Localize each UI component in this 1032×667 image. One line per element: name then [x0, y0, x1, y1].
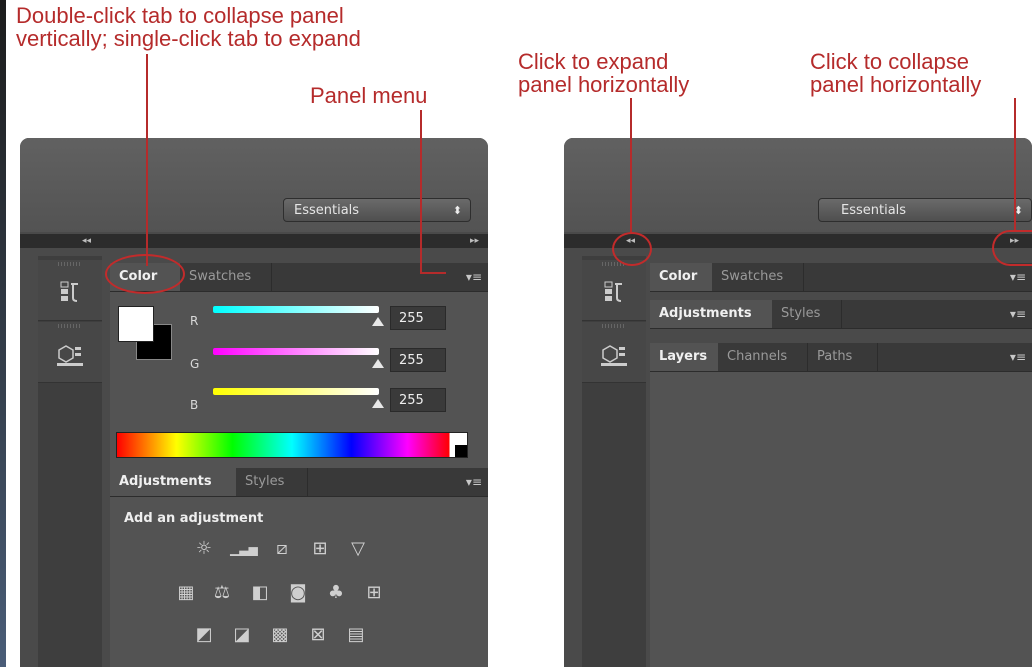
history-panel-icon[interactable] [582, 260, 646, 321]
callout-line-tab [146, 54, 148, 266]
cube-icon [57, 345, 83, 366]
callout-line-collapse [1014, 98, 1016, 232]
cube-icon [601, 345, 627, 366]
gradient-map-icon[interactable]: ▤ [344, 623, 368, 647]
tab-adjustments[interactable]: Adjustments [650, 300, 772, 328]
left-panel-dock: Essentials ⬍ ◂◂ ▸▸ Color Swatches ▾≡ R 2… [20, 138, 488, 667]
tab-layers[interactable]: Layers [650, 343, 718, 371]
b-value-field[interactable]: 255 [390, 388, 446, 412]
color-lookup-icon[interactable]: ⊞ [362, 581, 386, 605]
layers-panel-body [650, 372, 1032, 667]
adjustments-panel-body: Add an adjustment ☼ ▁▃▅ ⧄ ⊞ ▽ ▦ ⚖ ◧ ◙ ♣ … [110, 497, 488, 667]
panel-menu-icon[interactable]: ▾≡ [1010, 300, 1026, 328]
photo-filter-icon[interactable]: ◙ [286, 581, 310, 605]
foreground-color-front[interactable] [118, 306, 154, 342]
curves-icon[interactable]: ⧄ [270, 537, 294, 561]
black-swatch[interactable] [455, 445, 467, 457]
callout-double-click-line1: Double-click tab to collapse panel [16, 3, 344, 28]
tab-styles[interactable]: Styles [236, 468, 308, 496]
tab-swatches[interactable]: Swatches [712, 263, 804, 291]
workspace-switcher[interactable]: Essentials ⬍ [283, 198, 471, 222]
tab-color[interactable]: Color [650, 263, 712, 291]
callout-circle-collapse [992, 230, 1032, 266]
adjustments-tab-bar: Adjustments Styles ▾≡ [650, 300, 1032, 329]
callout-line-expand [630, 98, 632, 234]
callout-collapse-line2: panel horizontally [810, 72, 982, 97]
g-slider-track[interactable] [213, 348, 379, 355]
right-panel-dock: Essentials ⬍ ◂◂ ▸▸ Color Swatches ▾≡ Adj… [564, 138, 1032, 667]
grip-handle[interactable] [58, 262, 82, 266]
vibrance-icon[interactable]: ▽ [346, 537, 370, 561]
b-slider-track[interactable] [213, 388, 379, 395]
callout-expand-line2: panel horizontally [518, 72, 690, 97]
callout-line-panel-menu-hook [420, 272, 446, 274]
grip-handle[interactable] [602, 324, 626, 328]
expand-panels-button[interactable]: ▸▸ [470, 234, 479, 248]
panel-menu-icon[interactable]: ▾≡ [466, 263, 482, 291]
g-slider-thumb[interactable] [372, 359, 384, 368]
tab-paths[interactable]: Paths [808, 343, 878, 371]
r-slider-thumb[interactable] [372, 317, 384, 326]
chevron-updown-icon: ⬍ [452, 204, 462, 217]
callout-panel-menu: Panel menu [310, 83, 428, 108]
3d-panel-icon[interactable] [582, 322, 646, 383]
color-balance-icon[interactable]: ⚖ [210, 581, 234, 605]
color-ramp[interactable] [116, 432, 468, 458]
history-icon [60, 281, 78, 302]
dock-header: ◂◂ ▸▸ [20, 234, 488, 248]
workspace-label: Essentials [841, 203, 907, 218]
collapsed-icon-column [38, 256, 102, 667]
adjustments-tab-bar: Adjustments Styles ▾≡ [110, 468, 488, 497]
color-panel-body: R 255 G 255 B 255 [110, 292, 488, 472]
hue-saturation-icon[interactable]: ▦ [174, 581, 198, 605]
callout-circle-expand [612, 232, 652, 266]
callout-line-panel-menu [420, 110, 422, 274]
layers-tab-bar: Layers Channels Paths ▾≡ [650, 343, 1032, 372]
grip-handle[interactable] [58, 324, 82, 328]
selective-color-icon[interactable]: ⊠ [306, 623, 330, 647]
workspace-switcher[interactable]: Essentials ⬍ [818, 198, 1032, 222]
brightness-contrast-icon[interactable]: ☼ [192, 537, 216, 561]
tab-adjustments[interactable]: Adjustments [110, 468, 236, 496]
workspace-label: Essentials [294, 203, 360, 218]
color-tab-bar: Color Swatches ▾≡ [650, 263, 1032, 292]
callout-expand-line1: Click to expand [518, 49, 669, 74]
g-value-field[interactable]: 255 [390, 348, 446, 372]
slider-label-r: R [190, 314, 199, 328]
channel-mixer-icon[interactable]: ♣ [324, 581, 348, 605]
levels-icon[interactable]: ▁▃▅ [230, 537, 258, 561]
add-adjustment-heading: Add an adjustment [124, 511, 264, 526]
panel-menu-icon[interactable]: ▾≡ [1010, 263, 1026, 291]
exposure-icon[interactable]: ⊞ [308, 537, 332, 561]
history-panel-icon[interactable] [38, 260, 102, 321]
callout-circle-color-tab [105, 254, 185, 294]
b-slider-thumb[interactable] [372, 399, 384, 408]
invert-icon[interactable]: ◩ [192, 623, 216, 647]
threshold-icon[interactable]: ▩ [268, 623, 292, 647]
history-icon [604, 281, 622, 302]
posterize-icon[interactable]: ◪ [230, 623, 254, 647]
tab-channels[interactable]: Channels [718, 343, 808, 371]
tab-swatches[interactable]: Swatches [180, 263, 272, 291]
slider-label-g: G [190, 357, 200, 371]
panel-menu-icon[interactable]: ▾≡ [466, 468, 482, 496]
r-slider-track[interactable] [213, 306, 379, 313]
3d-panel-icon[interactable] [38, 322, 102, 383]
tab-styles[interactable]: Styles [772, 300, 842, 328]
collapse-icons-button[interactable]: ◂◂ [82, 234, 91, 248]
callout-double-click-line2: vertically; single-click tab to expand [16, 26, 361, 51]
callout-collapse-line1: Click to collapse [810, 49, 969, 74]
r-value-field[interactable]: 255 [390, 306, 446, 330]
panel-menu-icon[interactable]: ▾≡ [1010, 343, 1026, 371]
collapsed-icon-column [582, 256, 646, 667]
slider-label-b: B [190, 398, 199, 412]
black-white-icon[interactable]: ◧ [248, 581, 272, 605]
